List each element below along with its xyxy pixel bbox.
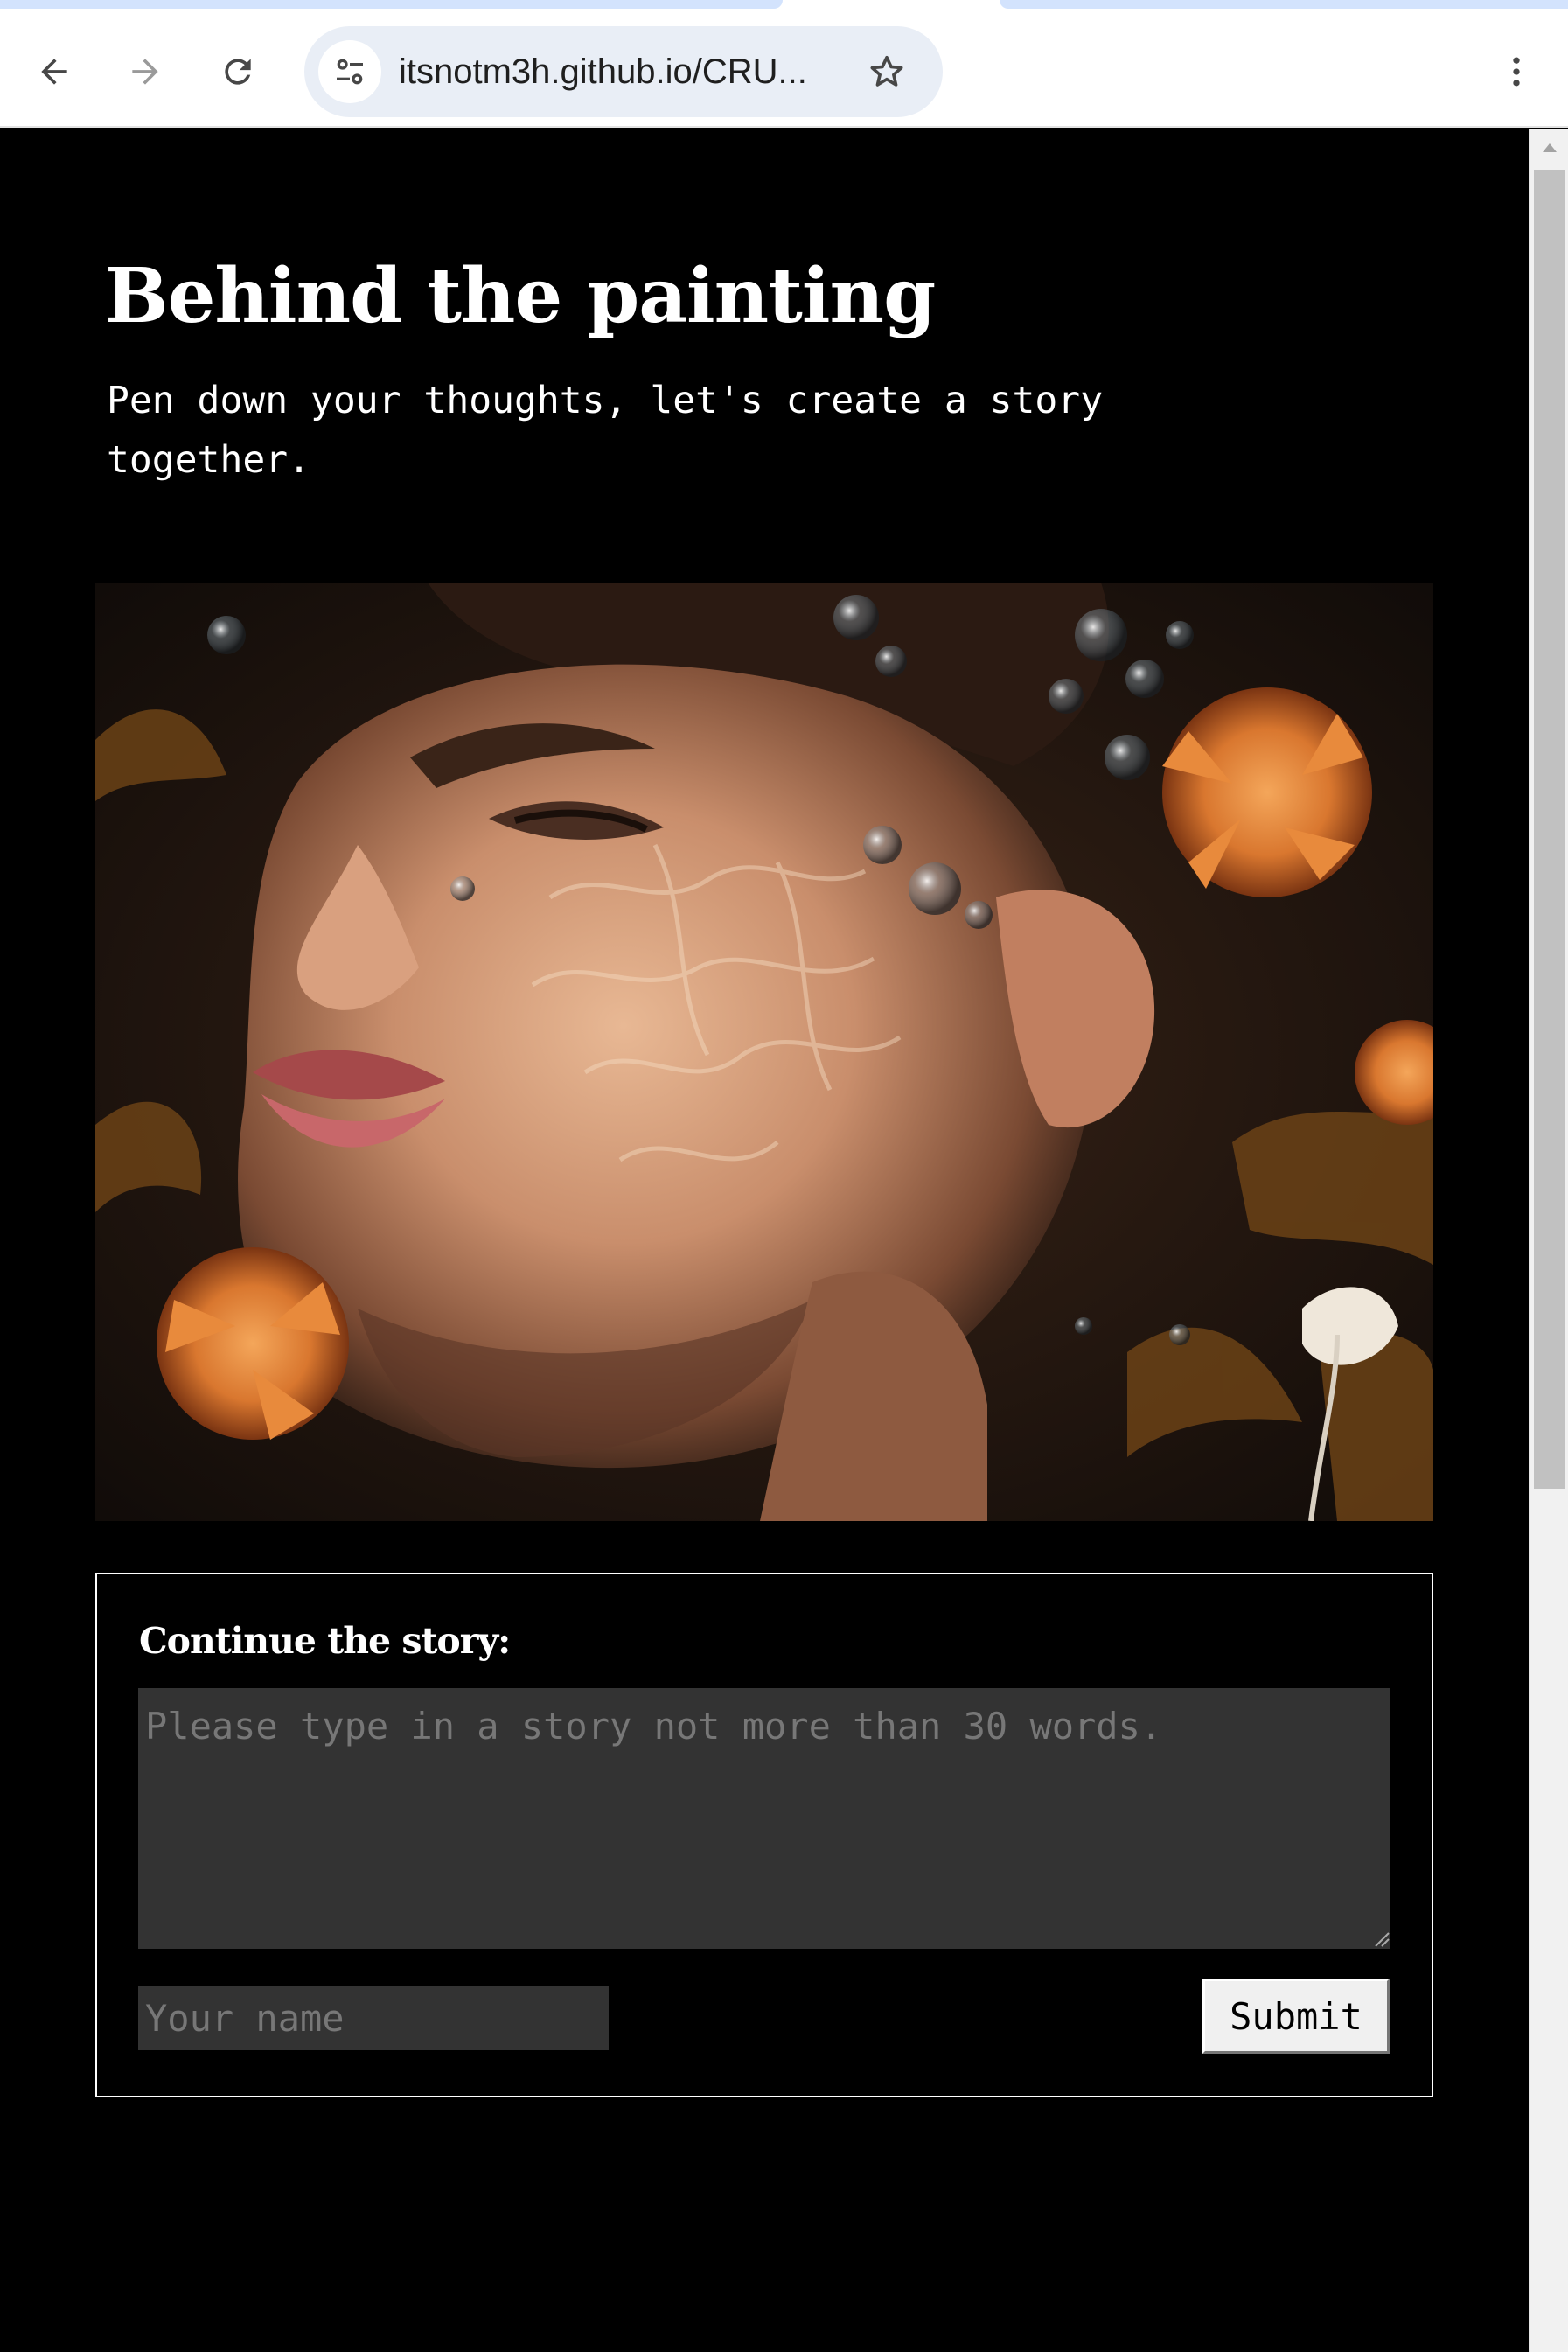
- arrow-right-icon: [132, 59, 158, 85]
- inactive-tab-left[interactable]: [0, 0, 783, 9]
- story-textarea[interactable]: [138, 1688, 1390, 1949]
- reload-button[interactable]: [206, 40, 269, 103]
- site-info-button[interactable]: [318, 40, 381, 103]
- browser-toolbar: itsnotm3h.github.io/CRU...: [0, 9, 1568, 128]
- bookmark-button[interactable]: [855, 40, 918, 103]
- vertical-dots-icon: [1513, 57, 1520, 87]
- triangle-up-icon: [1542, 143, 1557, 152]
- scroll-up-button[interactable]: [1530, 129, 1568, 166]
- vertical-scrollbar[interactable]: [1529, 129, 1568, 2352]
- page-subtitle: Pen down your thoughts, let's create a s…: [107, 379, 1104, 482]
- inactive-tab-right[interactable]: [1000, 0, 1568, 9]
- painting-image: [95, 583, 1433, 1521]
- page-title: Behind the painting: [105, 252, 936, 340]
- star-outline-icon: [870, 55, 903, 87]
- back-button[interactable]: [23, 40, 86, 103]
- reload-icon: [225, 59, 251, 85]
- url-text[interactable]: itsnotm3h.github.io/CRU...: [399, 26, 807, 117]
- story-form: Continue the story: Submit: [95, 1573, 1433, 2097]
- painting-artwork: [95, 583, 1433, 1521]
- tab-strip: [0, 0, 1568, 9]
- address-bar[interactable]: itsnotm3h.github.io/CRU...: [304, 26, 943, 117]
- tune-icon: [337, 59, 363, 85]
- forward-button[interactable]: [114, 40, 177, 103]
- arrow-left-icon: [41, 59, 67, 85]
- browser-menu-button[interactable]: [1485, 40, 1548, 103]
- scroll-thumb[interactable]: [1534, 170, 1565, 1489]
- submit-button[interactable]: Submit: [1202, 1979, 1390, 2054]
- name-input[interactable]: [138, 1986, 609, 2050]
- page-viewport: Behind the painting Pen down your though…: [0, 129, 1529, 2352]
- story-label: Continue the story:: [139, 1620, 511, 1662]
- resize-grip-icon[interactable]: [1372, 1930, 1390, 1947]
